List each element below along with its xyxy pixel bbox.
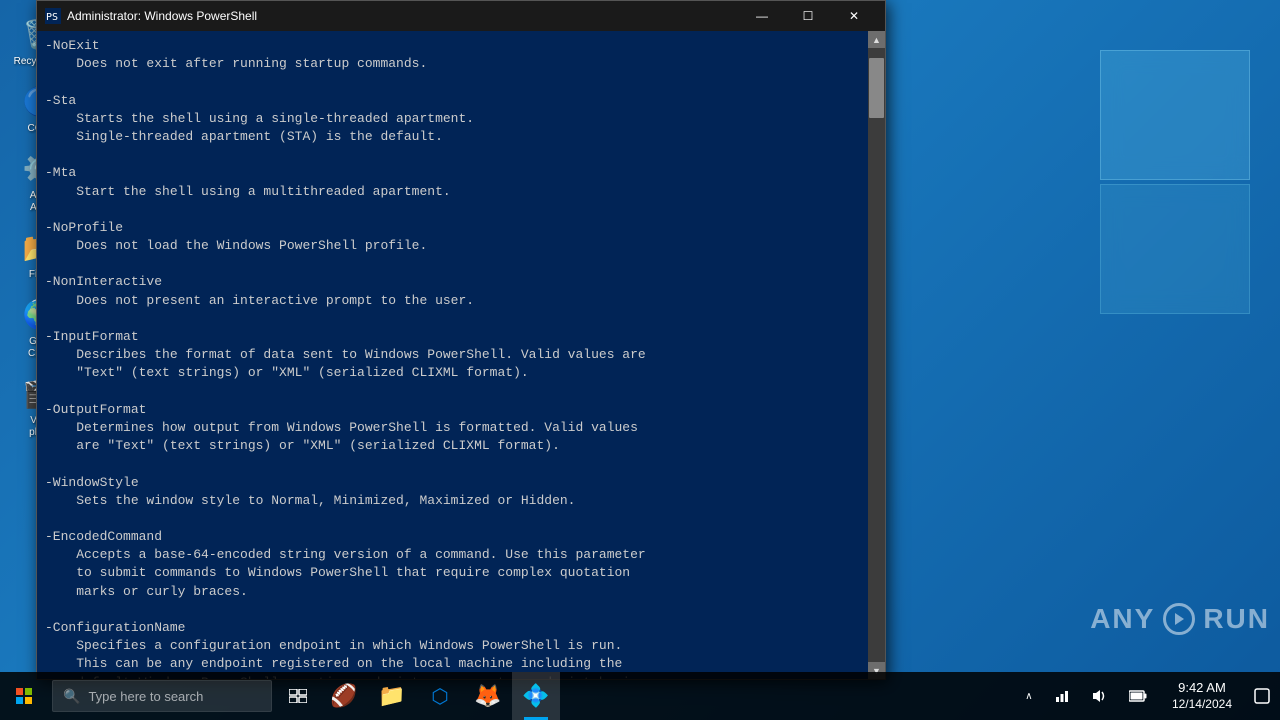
anyrun-watermark: ANY RUN — [1090, 603, 1270, 635]
scrollbar-track[interactable] — [868, 48, 885, 662]
taskbar-app-file-explorer[interactable]: 📁 — [368, 672, 416, 720]
window-content[interactable]: -NoExit Does not exit after running star… — [37, 31, 868, 679]
taskbar-app-powershell[interactable]: 💠 — [512, 672, 560, 720]
window-titlebar[interactable]: PS Administrator: Windows PowerShell — ☐… — [37, 1, 885, 31]
start-button[interactable] — [0, 672, 48, 720]
scrollbar-thumb[interactable] — [869, 58, 884, 118]
system-tray: ∧ — [1012, 672, 1160, 720]
taskbar-search-box[interactable]: 🔍 Type here to search — [52, 680, 272, 712]
powershell-window: PS Administrator: Windows PowerShell — ☐… — [36, 0, 886, 680]
task-view-icon — [289, 689, 307, 703]
powershell-window-icon: PS — [45, 8, 61, 24]
taskbar-app-edge[interactable]: ⬡ — [416, 672, 464, 720]
task-view-button[interactable] — [276, 672, 320, 720]
svg-text:PS: PS — [46, 12, 58, 23]
desktop-tiles — [1100, 50, 1250, 314]
tile-bottom — [1100, 184, 1250, 314]
taskbar-app-football[interactable]: 🏈 — [320, 672, 368, 720]
notification-center-button[interactable] — [1244, 672, 1280, 720]
window-content-wrapper: -NoExit Does not exit after running star… — [37, 31, 885, 679]
minimize-button[interactable]: — — [739, 1, 785, 31]
desktop: 🗑️ Recycle Bin 🔵 CCl... ⚙️ Ad...Ac... 📂 … — [0, 0, 1280, 720]
clock-time: 9:42 AM — [1178, 680, 1226, 697]
search-icon: 🔍 — [63, 688, 80, 705]
search-placeholder-text: Type here to search — [88, 689, 203, 704]
tray-overflow-button[interactable]: ∧ — [1016, 672, 1042, 720]
close-button[interactable]: ✕ — [831, 1, 877, 31]
tile-top — [1100, 50, 1250, 180]
window-title: Administrator: Windows PowerShell — [67, 9, 739, 23]
clock-date: 12/14/2024 — [1172, 697, 1232, 713]
tray-network-icon[interactable] — [1044, 672, 1080, 720]
taskbar-clock[interactable]: 9:42 AM 12/14/2024 — [1160, 672, 1244, 720]
notification-icon — [1254, 688, 1270, 704]
windows-logo-icon — [16, 688, 32, 704]
scrollbar[interactable]: ▲ ▼ — [868, 31, 885, 679]
tray-battery-icon[interactable] — [1120, 672, 1156, 720]
taskbar: 🔍 Type here to search 🏈 📁 ⬡ — [0, 672, 1280, 720]
tray-speaker-icon[interactable] — [1082, 672, 1118, 720]
taskbar-pinned-apps: 🏈 📁 ⬡ 🦊 💠 — [320, 672, 560, 720]
window-controls: — ☐ ✕ — [739, 1, 877, 31]
powershell-text-content: -NoExit Does not exit after running star… — [37, 31, 868, 679]
maximize-button[interactable]: ☐ — [785, 1, 831, 31]
anyrun-play-icon — [1163, 603, 1195, 635]
scroll-up-arrow[interactable]: ▲ — [868, 31, 885, 48]
taskbar-app-firefox[interactable]: 🦊 — [464, 672, 512, 720]
